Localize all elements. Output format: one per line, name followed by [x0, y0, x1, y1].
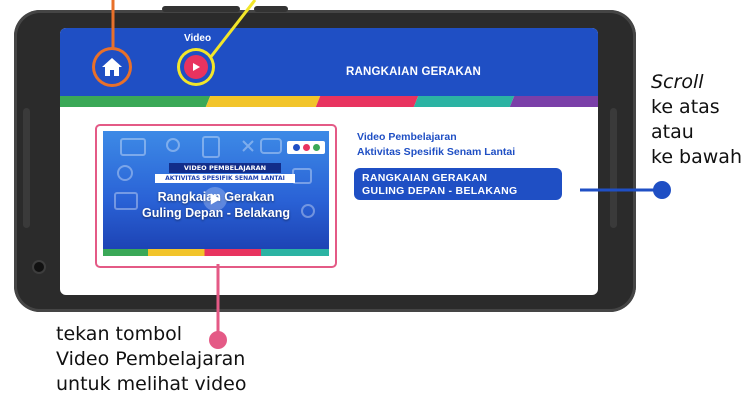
- scroll-annotation-line: atau: [651, 121, 694, 143]
- scroll-annotation-word: Scroll: [651, 71, 704, 93]
- video-pointer-line: [208, 0, 257, 59]
- scroll-annotation: Scroll ke atas atau ke bawah: [651, 70, 755, 170]
- tap-annotation-line: tekan tombol: [56, 323, 183, 345]
- tap-annotation-line: untuk melihat video: [56, 373, 247, 395]
- scroll-annotation-line: ke bawah: [651, 146, 742, 168]
- tap-annotation: tekan tombol Video Pembelajaran untuk me…: [56, 322, 356, 397]
- scroll-annotation-line: ke atas: [651, 96, 720, 118]
- scroll-marker: [653, 181, 671, 199]
- tap-annotation-line: Video Pembelajaran: [56, 348, 246, 370]
